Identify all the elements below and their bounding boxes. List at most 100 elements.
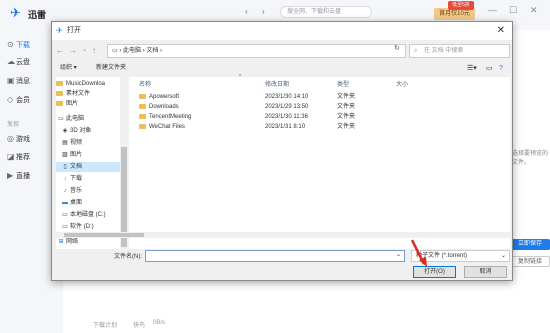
file-row[interactable]: TencentMeeting 2023/1/30 11:36 文件夹: [139, 112, 439, 122]
open-file-dialog: ✈ 打开 ✕ ← → ⌄ ↑ ▭ › 此电脑 › 文档 › ↻ ⌕ 在 文档 中…: [51, 21, 513, 281]
back-arrow-icon[interactable]: ‹: [245, 7, 248, 16]
new-folder-button[interactable]: 新建文件夹: [96, 62, 126, 75]
sidebar: ⊙ 下载 ☁云盘 ▣消息 ◇ 会员 发现 ◎ 游戏 ◪推荐 ▶ 直播: [0, 30, 54, 333]
disk-icon: ▭: [62, 224, 68, 230]
dialog-title: 打开: [67, 27, 81, 34]
refresh-icon[interactable]: ↻: [394, 44, 400, 52]
minimize-icon[interactable]: —: [488, 5, 497, 15]
preview-hint: 选择要预览的文件。: [512, 151, 549, 166]
address-bar[interactable]: ▭ › 此电脑 › 文档 ›: [107, 44, 406, 58]
maximize-icon[interactable]: ☐: [509, 5, 517, 16]
sidebar-item-game[interactable]: ◎ 游戏: [7, 132, 30, 146]
tree-scrollbar[interactable]: [120, 77, 128, 249]
close-icon[interactable]: ✕: [530, 5, 538, 16]
promo-badge: 低至5折: [448, 1, 474, 10]
speed-readout: 0B/s: [153, 320, 166, 326]
desktop-icon: ▬: [62, 200, 68, 206]
xunlei-logo-icon: ✈: [10, 5, 21, 20]
xunlei-small-icon: ✈: [56, 26, 63, 35]
tree-item-documents[interactable]: ▯ 文档: [56, 162, 120, 172]
history-dropdown-icon[interactable]: ⌄: [82, 46, 87, 53]
disk-icon: ▭: [62, 212, 68, 218]
sidebar-item-download[interactable]: ⊙ 下载: [7, 38, 30, 52]
file-row[interactable]: Apowersoft 2023/1/30 14:10 文件夹: [139, 92, 439, 102]
picture-icon: ▨: [62, 152, 68, 158]
sidebar-item-message[interactable]: ▣消息: [7, 74, 30, 88]
tree-item-pictures[interactable]: ▨ 图片: [56, 150, 120, 160]
sort-caret-icon: ^: [239, 74, 242, 80]
close-icon[interactable]: ✕: [497, 22, 505, 40]
view-options-icon[interactable]: ☰▾: [467, 62, 477, 75]
app-name: 迅雷: [28, 10, 47, 20]
copy-link-button[interactable]: 复制链接: [510, 256, 550, 267]
download-icon: ⊙: [7, 40, 14, 49]
live-icon: ▶: [7, 171, 14, 180]
filename-input[interactable]: ⌄: [145, 250, 405, 262]
organize-button[interactable]: 组织 ▾: [60, 62, 77, 75]
folder-icon: [56, 79, 66, 89]
file-list: 名称 ^ 修改日期 类型 大小 Apowersoft 2023/1/30 14:1…: [129, 74, 510, 249]
sidebar-item-live[interactable]: ▶ 直播: [7, 169, 30, 183]
computer-icon: ▭: [112, 48, 118, 54]
column-header-name[interactable]: 名称: [139, 79, 151, 88]
tree-item-this-pc[interactable]: ▭ 此电脑: [56, 114, 120, 124]
tree-item-3d-objects[interactable]: ◈ 3D 对象: [56, 126, 120, 136]
folder-icon: [56, 89, 66, 99]
dialog-titlebar: ✈ 打开 ✕: [52, 22, 512, 40]
file-row[interactable]: WeChat Files 2023/1/31 8:10 文件夹: [139, 122, 439, 132]
video-icon: ▤: [62, 140, 68, 146]
download-plan-link[interactable]: 下载计划: [93, 320, 117, 329]
forward-arrow-icon[interactable]: ›: [262, 7, 265, 16]
tree-item-music[interactable]: ♪ 音乐: [56, 186, 120, 196]
folder-icon: [56, 99, 66, 109]
discover-section-label: 发现: [7, 122, 20, 128]
sidebar-item-recommend[interactable]: ◪推荐: [7, 150, 30, 164]
tree-item-videos[interactable]: ▤ 视频: [56, 138, 120, 148]
filename-label: 文件名(N):: [114, 254, 142, 260]
cancel-button[interactable]: 取消: [464, 266, 507, 278]
music-icon: ♪: [63, 188, 67, 194]
tree-item-musicdownload[interactable]: MusicDownloa: [56, 79, 120, 89]
folder-icon: [139, 103, 146, 109]
help-icon[interactable]: ?: [499, 62, 503, 75]
save-now-button[interactable]: 立即保存: [510, 239, 550, 250]
search-icon: ⌕: [414, 48, 418, 54]
file-row[interactable]: Downloads 2023/1/29 13:50 文件夹: [139, 102, 439, 112]
back-arrow-icon[interactable]: ←: [56, 46, 64, 55]
sidebar-item-cloud[interactable]: ☁云盘: [7, 55, 30, 69]
network-icon: ⊞: [58, 239, 64, 245]
tree-item-disk-d[interactable]: ▭ 软件 (D:): [56, 222, 120, 232]
speed-mode-label[interactable]: 快鸟: [133, 320, 145, 329]
folder-icon: [139, 123, 146, 129]
tree-item-downloads[interactable]: ↓ 下载: [56, 174, 120, 184]
3d-icon: ◈: [62, 128, 68, 134]
tree-item-materials[interactable]: 素材文件: [56, 89, 120, 99]
horizontal-scrollbar[interactable]: [56, 232, 510, 238]
global-search-input[interactable]: 搜全网、下载和云盘: [280, 6, 372, 18]
tree-item-desktop[interactable]: ▬ 桌面: [56, 198, 120, 208]
chevron-down-icon: ⌄: [500, 253, 506, 259]
column-header-type[interactable]: 类型: [337, 79, 349, 88]
folder-icon: [139, 93, 146, 99]
forward-arrow-icon[interactable]: →: [69, 46, 77, 55]
column-header-modified[interactable]: 修改日期: [265, 79, 289, 88]
computer-icon: ▭: [58, 116, 64, 122]
tree-item-network[interactable]: ⊞ 网络: [56, 237, 120, 247]
dialog-toolbar: 组织 ▾ 新建文件夹 ☰▾ ▭ ?: [52, 62, 512, 75]
up-arrow-icon[interactable]: ↑: [92, 46, 96, 55]
sidebar-item-vip[interactable]: ◇ 会员: [7, 93, 30, 107]
breadcrumb-documents[interactable]: 文档: [146, 48, 158, 54]
document-icon: ▯: [63, 164, 67, 170]
dialog-search-input[interactable]: ⌕ 在 文档 中搜索: [409, 44, 510, 58]
scrollbar-thumb[interactable]: [64, 233, 144, 237]
recommend-icon: ◪: [7, 152, 15, 161]
column-header-size[interactable]: 大小: [396, 79, 408, 88]
tree-item-pictures-quick[interactable]: 图片: [56, 99, 120, 109]
tree-item-disk-c[interactable]: ▭ 本地磁盘 (C:): [56, 210, 120, 220]
breadcrumb-this-pc[interactable]: 此电脑: [123, 48, 141, 54]
message-icon: ▣: [7, 76, 15, 85]
vip-icon: ◇: [7, 95, 14, 104]
preview-pane-icon[interactable]: ▭: [486, 62, 493, 75]
preview-panel: 选择要预览的文件。: [512, 45, 550, 330]
navigation-tree: MusicDownloa 素材文件 图片 ▭ 此电脑 ◈ 3D 对象 ▤ 视频 ▨ 图片…: [56, 77, 120, 249]
